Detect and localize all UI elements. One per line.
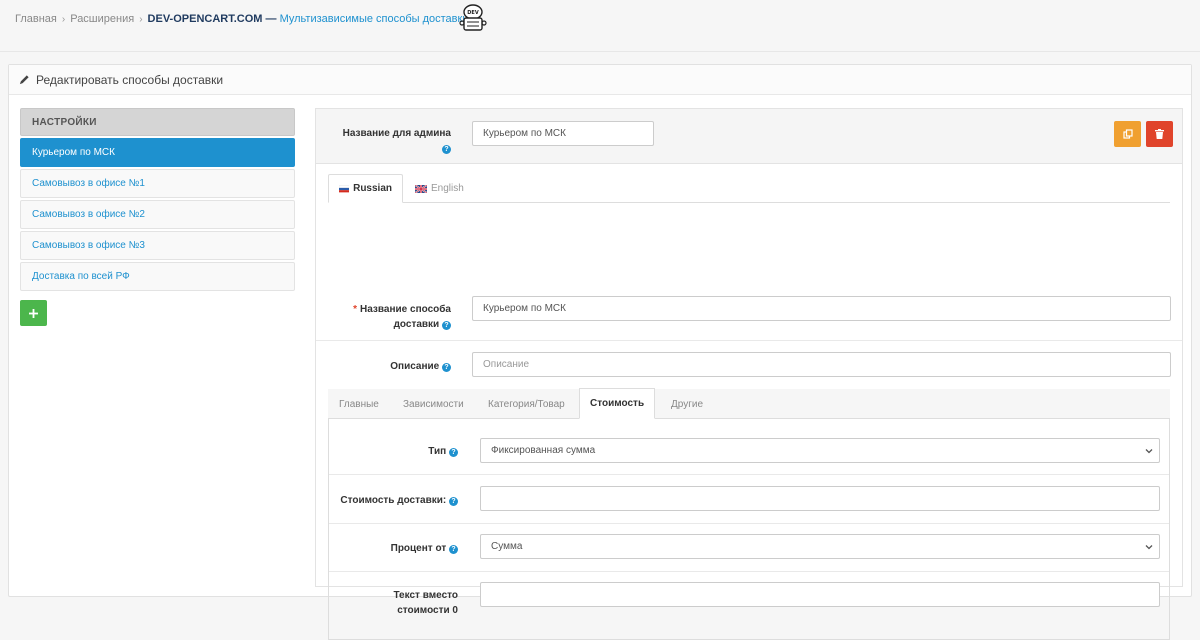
- cost-input[interactable]: [480, 486, 1160, 511]
- shipping-name-label-text: * Название способа доставки ?: [324, 302, 451, 332]
- panel-title: Редактировать способы доставки: [36, 72, 224, 87]
- percent-select-value: Сумма: [491, 541, 523, 552]
- plus-icon: [29, 308, 38, 318]
- description-input[interactable]: [472, 352, 1171, 377]
- admin-name-input[interactable]: [472, 121, 654, 146]
- add-shipping-button[interactable]: [20, 300, 47, 326]
- settings-sidebar: НАСТРОЙКИ Курьером по МСК Самовывоз в оф…: [20, 108, 295, 326]
- required-marker: *: [353, 304, 358, 315]
- description-label: Описание ?: [326, 359, 451, 374]
- copy-icon: [1122, 129, 1133, 139]
- tab-category-product[interactable]: Категория/Товар: [488, 389, 565, 419]
- divider: [316, 340, 1182, 341]
- cost-label: Стоимость доставки: ?: [329, 493, 458, 508]
- sidebar-item-courier-msk[interactable]: Курьером по МСК: [20, 138, 295, 167]
- shipping-name-label-line1: Название способа: [360, 304, 451, 315]
- tab-language-russian[interactable]: Russian: [328, 174, 403, 203]
- breadcrumb-brand: DEV-OPENCART.COM —: [147, 13, 277, 25]
- language-tabs: Russian English: [328, 174, 1170, 203]
- admin-name-row: Название для админа ?: [316, 109, 1182, 164]
- breadcrumb: Главная › Расширения › DEV-OPENCART.COM …: [15, 12, 468, 26]
- question-icon[interactable]: ?: [442, 363, 451, 372]
- tab-language-russian-label: Russian: [353, 183, 392, 194]
- divider: [329, 523, 1169, 524]
- sidebar-header: НАСТРОЙКИ: [20, 108, 295, 136]
- question-icon[interactable]: ?: [449, 448, 458, 457]
- description-label-text: Описание: [390, 361, 440, 372]
- settings-tabs: Главные Зависимости Категория/Товар Стои…: [328, 388, 1170, 419]
- percent-label-text: Процент от: [390, 543, 447, 554]
- admin-name-label-text: Название для админа: [342, 128, 451, 139]
- percent-select[interactable]: Сумма: [480, 534, 1160, 559]
- breadcrumb-extensions[interactable]: Расширения: [70, 13, 134, 25]
- tab-main[interactable]: Главные: [339, 389, 379, 419]
- type-select[interactable]: Фиксированная сумма: [480, 438, 1160, 463]
- divider: [329, 571, 1169, 572]
- admin-name-label: Название для админа ?: [326, 126, 451, 156]
- edit-panel: Редактировать способы доставки НАСТРОЙКИ…: [8, 64, 1192, 640]
- divider: [329, 474, 1169, 475]
- text-zero-label: Текст вместо стоимости 0: [329, 588, 458, 618]
- tab-language-english[interactable]: English: [405, 174, 480, 203]
- text-zero-input[interactable]: [480, 582, 1160, 607]
- logo-text: DEV: [467, 10, 479, 16]
- pencil-icon: [19, 75, 29, 85]
- shipping-form: Название для админа ? Курьером по МСК Ru…: [315, 108, 1183, 640]
- sidebar-item-pickup-2[interactable]: Самовывоз в офисе №2: [20, 200, 295, 229]
- breadcrumb-module[interactable]: Мультизависимые способы доставки: [280, 13, 469, 25]
- sidebar-item-russia-delivery[interactable]: Доставка по всей РФ: [20, 262, 295, 291]
- chevron-down-icon: [1145, 545, 1153, 550]
- question-icon[interactable]: ?: [442, 321, 451, 330]
- shipping-name-input[interactable]: [472, 296, 1171, 321]
- panel-heading: Редактировать способы доставки: [9, 65, 1191, 95]
- trash-icon: [1155, 129, 1164, 139]
- sidebar-item-pickup-3[interactable]: Самовывоз в офисе №3: [20, 231, 295, 260]
- breadcrumb-home[interactable]: Главная: [15, 13, 57, 25]
- tab-cost[interactable]: Стоимость: [579, 388, 656, 419]
- percent-label: Процент от ?: [329, 541, 458, 556]
- cost-tab-content: Тип ? Фиксированная сумма Стоимость дост…: [328, 419, 1170, 640]
- sidebar-item-pickup-1[interactable]: Самовывоз в офисе №1: [20, 169, 295, 198]
- flag-uk-icon: [415, 184, 427, 193]
- breadcrumb-separator: ›: [61, 13, 66, 25]
- copy-button[interactable]: [1114, 121, 1141, 147]
- question-icon[interactable]: ?: [449, 545, 458, 554]
- flag-russia-icon: [339, 185, 350, 192]
- text-zero-label-line2: стоимости 0: [397, 605, 458, 616]
- question-icon[interactable]: ?: [449, 497, 458, 506]
- shipping-name-label-line2: доставки: [393, 319, 440, 330]
- type-label-text: Тип: [428, 446, 447, 457]
- type-label: Тип ?: [329, 444, 458, 459]
- delete-button[interactable]: [1146, 121, 1173, 147]
- chevron-down-icon: [1145, 449, 1153, 454]
- tab-dependencies[interactable]: Зависимости: [403, 389, 464, 419]
- question-icon[interactable]: ?: [442, 145, 451, 154]
- dev-logo-icon: DEV: [459, 4, 487, 31]
- top-bar: Главная › Расширения › DEV-OPENCART.COM …: [0, 0, 1200, 52]
- cost-label-text: Стоимость доставки:: [340, 495, 447, 506]
- tab-other[interactable]: Другие: [671, 389, 703, 419]
- text-zero-label-line1: Текст вместо: [393, 590, 458, 601]
- tab-language-english-label: English: [431, 183, 464, 194]
- type-select-value: Фиксированная сумма: [491, 445, 596, 456]
- breadcrumb-separator: ›: [139, 13, 143, 25]
